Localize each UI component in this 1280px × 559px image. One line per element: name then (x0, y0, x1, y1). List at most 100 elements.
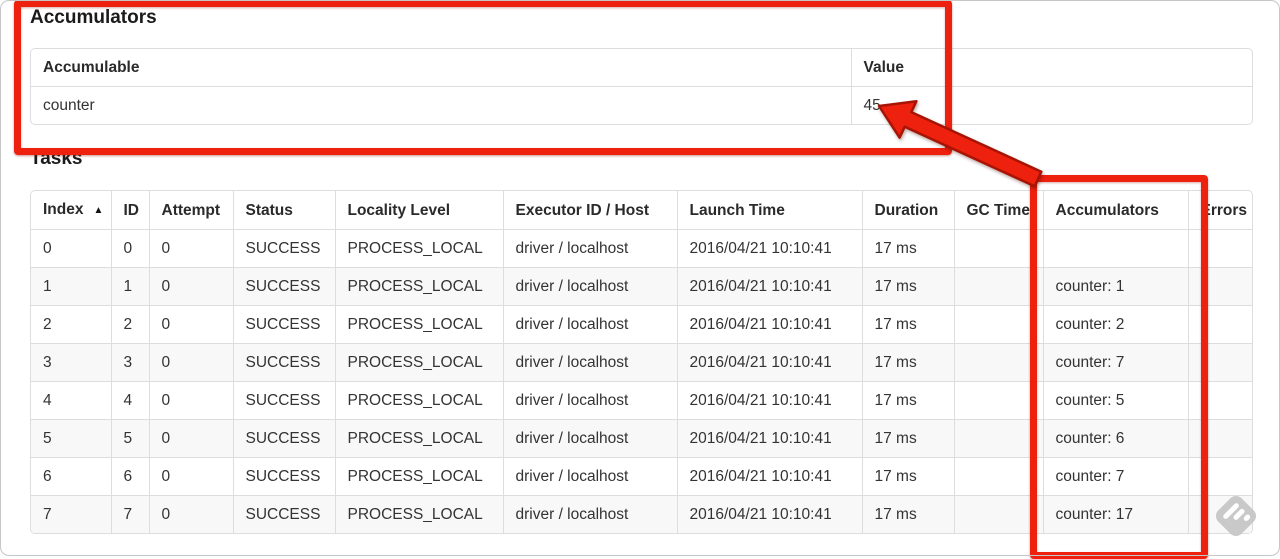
cell-duration: 17 ms (862, 419, 955, 458)
accumulators-section-title: Accumulators (30, 7, 157, 28)
accumulable-column-header: Accumulable (31, 49, 852, 87)
cell-status: SUCCESS (233, 267, 336, 306)
cell-gc-time (954, 495, 1044, 533)
task-row: 5 5 0 SUCCESS PROCESS_LOCAL driver / loc… (31, 419, 1252, 458)
cell-executor-id-host: driver / localhost (503, 305, 678, 344)
cell-accumulators: counter: 2 (1043, 305, 1189, 344)
task-row: 0 0 0 SUCCESS PROCESS_LOCAL driver / loc… (31, 229, 1252, 268)
cell-duration: 17 ms (862, 343, 955, 382)
cell-id: 0 (111, 229, 150, 268)
cell-index: 3 (31, 343, 112, 382)
accumulators-header-row: Accumulable Value (31, 49, 1252, 87)
cell-executor-id-host: driver / localhost (503, 343, 678, 382)
cell-index: 6 (31, 457, 112, 496)
cell-index: 4 (31, 381, 112, 420)
accumulator-row: counter 45 (31, 86, 1252, 124)
executor-id-host-column-header[interactable]: Executor ID / Host (503, 191, 678, 230)
cell-accumulators: counter: 7 (1043, 343, 1189, 382)
cell-executor-id-host: driver / localhost (503, 381, 678, 420)
cell-locality-level: PROCESS_LOCAL (335, 457, 504, 496)
cell-duration: 17 ms (862, 267, 955, 306)
cell-accumulators: counter: 7 (1043, 457, 1189, 496)
value-column-header: Value (851, 49, 1252, 87)
cell-executor-id-host: driver / localhost (503, 267, 678, 306)
cell-index: 2 (31, 305, 112, 344)
cell-errors (1188, 229, 1252, 268)
duration-column-header[interactable]: Duration (862, 191, 955, 230)
cell-attempt: 0 (149, 267, 234, 306)
cell-status: SUCCESS (233, 343, 336, 382)
cell-id: 4 (111, 381, 150, 420)
cell-launch-time: 2016/04/21 10:10:41 (677, 457, 863, 496)
gc-time-column-header[interactable]: GC Time (954, 191, 1044, 230)
cell-launch-time: 2016/04/21 10:10:41 (677, 343, 863, 382)
index-header-label: Index (43, 201, 84, 218)
accumulable-name-cell: counter (31, 86, 852, 124)
cell-duration: 17 ms (862, 381, 955, 420)
cell-locality-level: PROCESS_LOCAL (335, 267, 504, 306)
launch-time-column-header[interactable]: Launch Time (677, 191, 863, 230)
cell-accumulators: counter: 17 (1043, 495, 1189, 533)
cell-errors (1188, 381, 1252, 420)
cell-id: 3 (111, 343, 150, 382)
cell-locality-level: PROCESS_LOCAL (335, 305, 504, 344)
cell-launch-time: 2016/04/21 10:10:41 (677, 381, 863, 420)
cell-index: 7 (31, 495, 112, 533)
accumulators-column-header[interactable]: Accumulators (1043, 191, 1189, 230)
cell-locality-level: PROCESS_LOCAL (335, 381, 504, 420)
cell-launch-time: 2016/04/21 10:10:41 (677, 495, 863, 533)
cell-errors (1188, 496, 1252, 534)
cell-gc-time (954, 343, 1044, 382)
cell-status: SUCCESS (233, 381, 336, 420)
cell-status: SUCCESS (233, 457, 336, 496)
accumulators-table: Accumulable Value counter 45 (30, 48, 1253, 125)
locality-level-column-header[interactable]: Locality Level (335, 191, 504, 230)
cell-index: 0 (31, 229, 112, 268)
index-column-header[interactable]: Index ▲ (31, 191, 112, 230)
cell-locality-level: PROCESS_LOCAL (335, 495, 504, 533)
cell-launch-time: 2016/04/21 10:10:41 (677, 229, 863, 268)
cell-id: 7 (111, 495, 150, 533)
cell-accumulators: counter: 1 (1043, 267, 1189, 306)
cell-locality-level: PROCESS_LOCAL (335, 229, 504, 268)
cell-status: SUCCESS (233, 419, 336, 458)
cell-attempt: 0 (149, 381, 234, 420)
status-column-header[interactable]: Status (233, 191, 336, 230)
tasks-header-row: Index ▲ ID Attempt Status Locality Level … (31, 191, 1252, 230)
cell-id: 1 (111, 267, 150, 306)
cell-id: 6 (111, 457, 150, 496)
cell-locality-level: PROCESS_LOCAL (335, 419, 504, 458)
id-column-header[interactable]: ID (111, 191, 150, 230)
cell-gc-time (954, 419, 1044, 458)
task-row: 7 7 0 SUCCESS PROCESS_LOCAL driver / loc… (31, 495, 1252, 534)
accumulable-value-cell: 45 (863, 97, 881, 114)
cell-launch-time: 2016/04/21 10:10:41 (677, 267, 863, 306)
cell-index: 1 (31, 267, 112, 306)
cell-attempt: 0 (149, 495, 234, 533)
cell-gc-time (954, 305, 1044, 344)
cell-id: 5 (111, 419, 150, 458)
cell-launch-time: 2016/04/21 10:10:41 (677, 419, 863, 458)
task-row: 1 1 0 SUCCESS PROCESS_LOCAL driver / loc… (31, 267, 1252, 306)
cell-executor-id-host: driver / localhost (503, 495, 678, 533)
task-row: 3 3 0 SUCCESS PROCESS_LOCAL driver / loc… (31, 343, 1252, 382)
cell-accumulators (1043, 229, 1189, 268)
cell-attempt: 0 (149, 229, 234, 268)
cell-gc-time (954, 381, 1044, 420)
cell-locality-level: PROCESS_LOCAL (335, 343, 504, 382)
sort-ascending-icon: ▲ (93, 205, 104, 216)
cell-errors (1188, 457, 1252, 496)
cell-attempt: 0 (149, 343, 234, 382)
cell-executor-id-host: driver / localhost (503, 229, 678, 268)
cell-gc-time (954, 229, 1044, 268)
cell-accumulators: counter: 6 (1043, 419, 1189, 458)
attempt-column-header[interactable]: Attempt (149, 191, 234, 230)
cell-duration: 17 ms (862, 457, 955, 496)
cell-executor-id-host: driver / localhost (503, 457, 678, 496)
tasks-table: Index ▲ ID Attempt Status Locality Level … (30, 190, 1253, 534)
cell-duration: 17 ms (862, 495, 955, 533)
cell-status: SUCCESS (233, 495, 336, 533)
cell-executor-id-host: driver / localhost (503, 419, 678, 458)
cell-errors (1188, 305, 1252, 344)
errors-column-header[interactable]: Errors (1188, 191, 1252, 230)
